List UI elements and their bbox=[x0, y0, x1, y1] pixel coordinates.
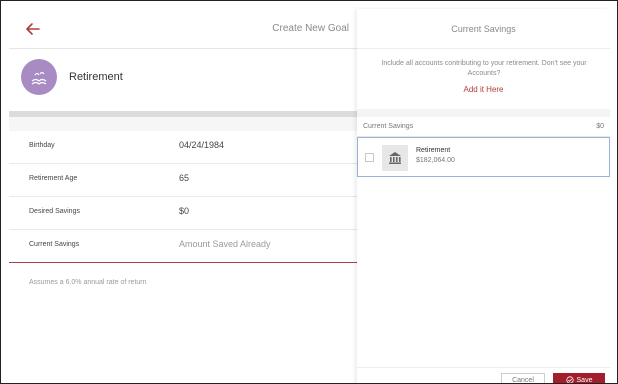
save-button[interactable]: Save bbox=[553, 373, 605, 384]
cancel-button[interactable]: Cancel bbox=[501, 373, 545, 383]
section-divider bbox=[9, 117, 359, 131]
return-assumption-note: Assumes a 6.0% annual rate of return bbox=[29, 279, 147, 286]
check-circle-icon bbox=[565, 376, 574, 383]
panel-title: Current Savings bbox=[357, 9, 610, 49]
panel-divider bbox=[357, 109, 610, 117]
desired-savings-field[interactable]: $0 bbox=[179, 206, 189, 216]
account-row[interactable]: Retirement $182,064.00 bbox=[357, 137, 610, 177]
birthday-label: Birthday bbox=[29, 142, 55, 149]
birthday-row[interactable]: Birthday 04/24/1984 bbox=[9, 131, 359, 164]
top-bar: Create New Goal bbox=[9, 9, 359, 49]
back-arrow-icon[interactable] bbox=[23, 19, 43, 39]
add-account-link[interactable]: Add it Here bbox=[357, 85, 610, 94]
savings-list-total: $0 bbox=[596, 123, 604, 130]
current-savings-panel: Current Savings Include all accounts con… bbox=[357, 9, 610, 384]
retirement-age-row[interactable]: Retirement Age 65 bbox=[9, 164, 359, 197]
panel-footer: Cancel Save bbox=[357, 367, 610, 384]
bank-icon bbox=[382, 145, 408, 171]
current-savings-input[interactable]: Amount Saved Already bbox=[179, 239, 271, 249]
panel-info-text: Include all accounts contributing to you… bbox=[381, 60, 587, 77]
account-name: Retirement bbox=[416, 147, 451, 154]
app-frame: Create New Goal Retirement Birthday 04/2… bbox=[0, 0, 618, 384]
current-savings-label: Current Savings bbox=[29, 241, 80, 248]
island-icon bbox=[31, 71, 47, 85]
account-checkbox[interactable] bbox=[365, 153, 374, 162]
save-label: Save bbox=[576, 376, 593, 384]
goal-header: Retirement bbox=[9, 49, 359, 111]
retirement-age-label: Retirement Age bbox=[29, 175, 78, 182]
page-title: Create New Goal bbox=[272, 23, 349, 34]
savings-list-header: Current Savings $0 bbox=[357, 117, 610, 137]
goal-form-panel: Create New Goal Retirement Birthday 04/2… bbox=[9, 9, 359, 383]
retirement-age-field[interactable]: 65 bbox=[179, 173, 189, 183]
account-amount: $182,064.00 bbox=[416, 157, 455, 164]
desired-savings-row[interactable]: Desired Savings $0 bbox=[9, 197, 359, 230]
desired-savings-label: Desired Savings bbox=[29, 208, 80, 215]
savings-list-label: Current Savings bbox=[363, 123, 414, 130]
goal-avatar bbox=[21, 59, 57, 95]
current-savings-row[interactable]: Current Savings Amount Saved Already bbox=[9, 230, 359, 263]
birthday-field[interactable]: 04/24/1984 bbox=[179, 140, 224, 150]
goal-name: Retirement bbox=[69, 71, 123, 83]
